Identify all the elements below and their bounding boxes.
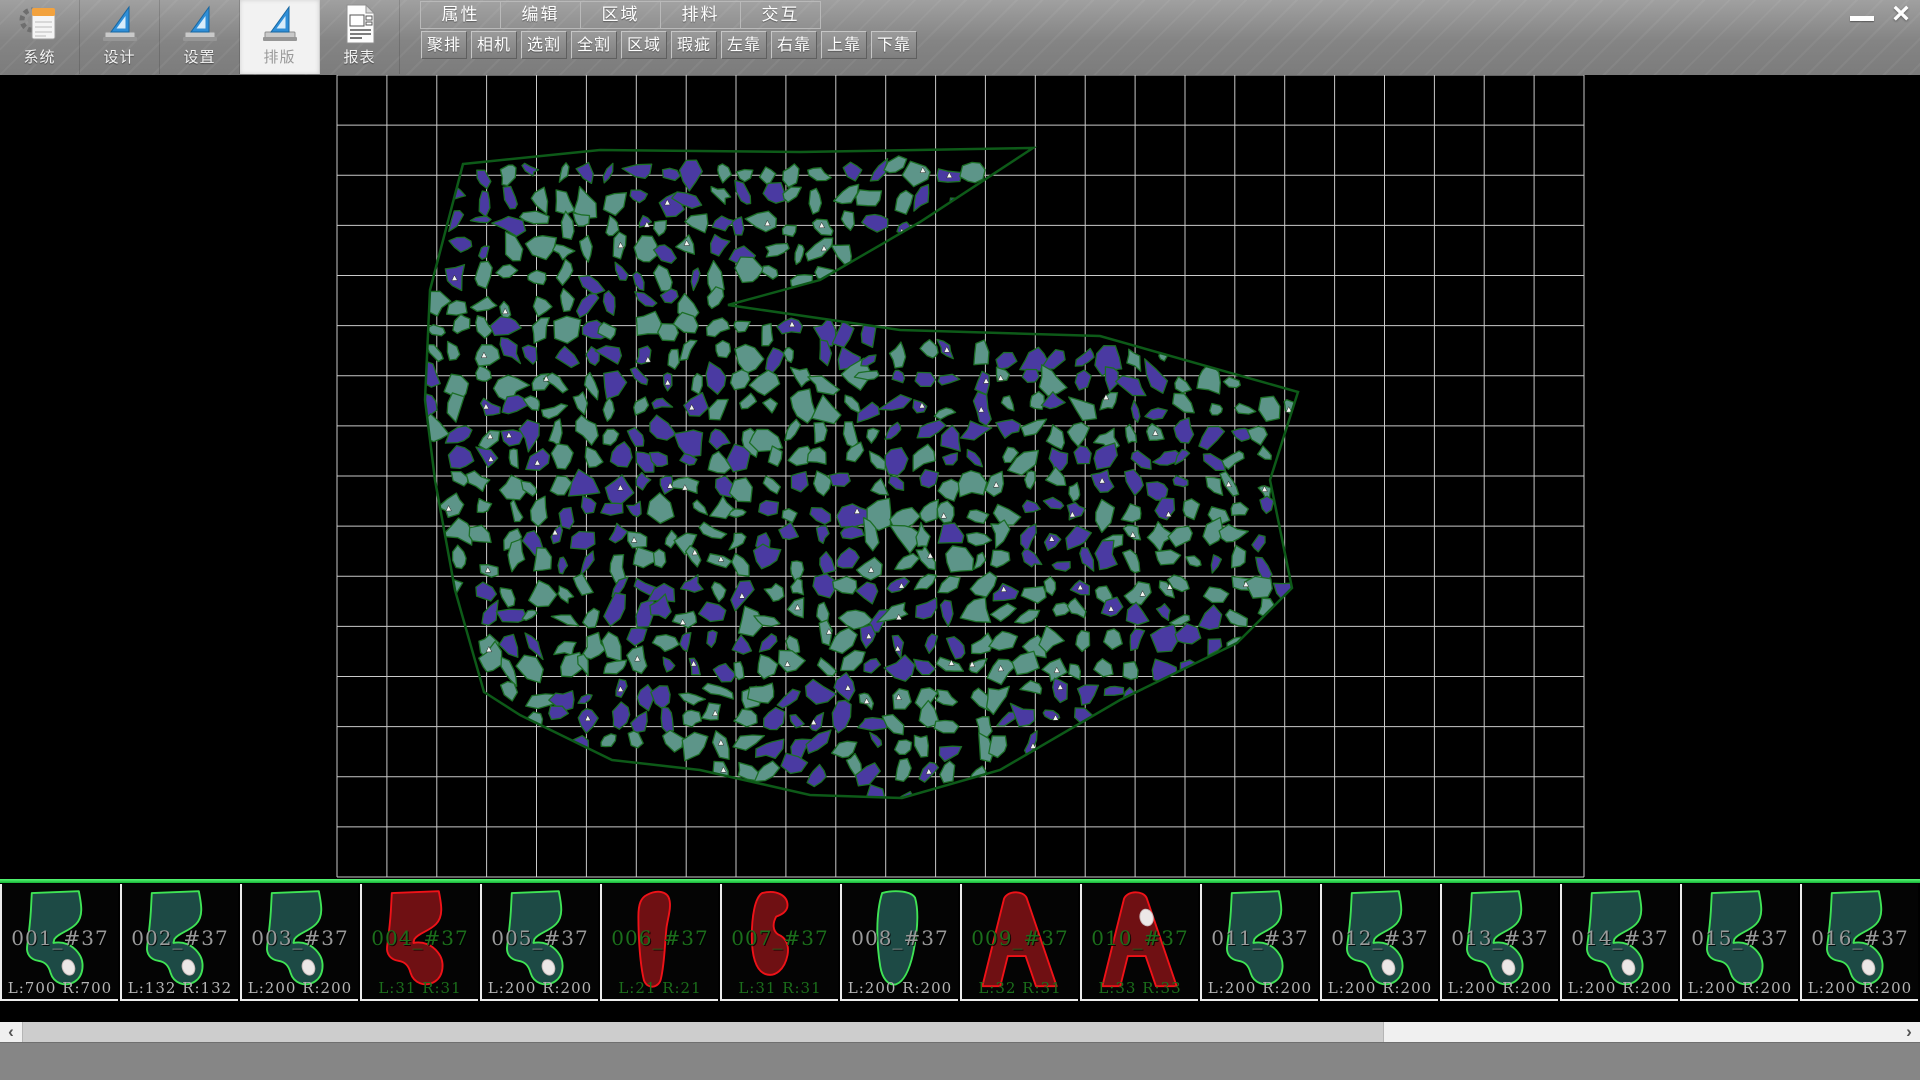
- set-square-icon: [258, 3, 302, 45]
- piece-thumbnail[interactable]: 015_#37 L:200 R:200: [1680, 884, 1798, 1001]
- piece-counts: L:33 R:33: [1082, 979, 1198, 997]
- piece-label: 008_#37: [842, 926, 958, 950]
- piece-thumbnail[interactable]: 013_#37 L:200 R:200: [1440, 884, 1558, 1001]
- scroll-right-arrow[interactable]: ›: [1898, 1022, 1920, 1042]
- piece-counts: L:200 R:200: [1562, 979, 1678, 997]
- piece-thumbnail-list: 001_#37 L:700 R:700 002_#37 L:132 R:132 …: [0, 884, 1920, 1003]
- minimize-icon: [1850, 16, 1874, 21]
- nesting-app-window: 系统设计设置排版报表 属性编辑区域排料交互 聚排相机选割全割区域瑕疵左靠右靠上靠…: [0, 0, 1920, 1080]
- tool-button-select-cut[interactable]: 选割: [521, 31, 567, 59]
- piece-thumbnail[interactable]: 006_#37 L:21 R:21: [600, 884, 718, 1001]
- piece-counts: L:200 R:200: [1802, 979, 1918, 997]
- scroll-left-arrow[interactable]: ‹: [0, 1022, 22, 1042]
- nesting-canvas[interactable]: [0, 75, 1920, 879]
- app-block-label: 排版: [240, 46, 319, 67]
- app-block-设置[interactable]: 设置: [160, 0, 240, 74]
- menu-tab-properties[interactable]: 属性: [420, 1, 501, 29]
- piece-thumbnail[interactable]: 002_#37 L:132 R:132: [120, 884, 238, 1001]
- menu-tab-interact[interactable]: 交互: [740, 1, 821, 29]
- piece-thumbnail[interactable]: 010_#37 L:33 R:33: [1080, 884, 1198, 1001]
- piece-thumbnail[interactable]: 016_#37 L:200 R:200: [1800, 884, 1918, 1001]
- tool-button-align-left[interactable]: 左靠: [721, 31, 767, 59]
- system-gear-icon: [18, 3, 62, 45]
- piece-counts: L:200 R:200: [1682, 979, 1798, 997]
- scrollbar-thumb[interactable]: [22, 1022, 1384, 1042]
- piece-thumbnail[interactable]: 004_#37 L:31 R:31: [360, 884, 478, 1001]
- set-square-icon: [178, 3, 222, 45]
- piece-label: 010_#37: [1082, 926, 1198, 950]
- piece-counts: L:31 R:31: [362, 979, 478, 997]
- piece-counts: L:31 R:31: [722, 979, 838, 997]
- piece-counts: L:200 R:200: [1442, 979, 1558, 997]
- app-block-排版[interactable]: 排版: [240, 0, 320, 74]
- piece-label: 014_#37: [1562, 926, 1678, 950]
- horizontal-scrollbar[interactable]: ‹ ›: [0, 1022, 1920, 1042]
- app-block-label: 系统: [0, 46, 79, 67]
- report-doc-icon: [338, 3, 382, 45]
- piece-counts: L:132 R:132: [122, 979, 238, 997]
- piece-thumbnail[interactable]: 005_#37 L:200 R:200: [480, 884, 598, 1001]
- piece-thumbnail[interactable]: 007_#37 L:31 R:31: [720, 884, 838, 1001]
- app-block-label: 设计: [80, 46, 159, 67]
- tool-button-cut-all[interactable]: 全割: [571, 31, 617, 59]
- app-block-报表[interactable]: 报表: [320, 0, 400, 74]
- piece-counts: L:200 R:200: [842, 979, 958, 997]
- piece-counts: L:21 R:21: [602, 979, 718, 997]
- piece-thumbnail[interactable]: 003_#37 L:200 R:200: [240, 884, 358, 1001]
- piece-counts: L:700 R:700: [2, 979, 118, 997]
- piece-thumbnail[interactable]: 009_#37 L:32 R:31: [960, 884, 1078, 1001]
- piece-label: 016_#37: [1802, 926, 1918, 950]
- app-block-label: 设置: [160, 46, 239, 67]
- pieces-strip: 001_#37 L:700 R:700 002_#37 L:132 R:132 …: [0, 879, 1920, 1022]
- tool-button-align-bottom[interactable]: 下靠: [871, 31, 917, 59]
- set-square-icon: [98, 3, 142, 45]
- menu-tab-nesting[interactable]: 排料: [660, 1, 741, 29]
- piece-thumbnail[interactable]: 008_#37 L:200 R:200: [840, 884, 958, 1001]
- piece-label: 006_#37: [602, 926, 718, 950]
- piece-label: 013_#37: [1442, 926, 1558, 950]
- piece-label: 002_#37: [122, 926, 238, 950]
- nested-pieces: [410, 156, 1299, 813]
- piece-counts: L:200 R:200: [242, 979, 358, 997]
- piece-label: 011_#37: [1202, 926, 1318, 950]
- piece-counts: L:32 R:31: [962, 979, 1078, 997]
- piece-label: 012_#37: [1322, 926, 1438, 950]
- piece-counts: L:200 R:200: [1202, 979, 1318, 997]
- minimize-button[interactable]: [1846, 6, 1878, 30]
- tool-button-align-right[interactable]: 右靠: [771, 31, 817, 59]
- tool-button-region[interactable]: 区域: [621, 31, 667, 59]
- tool-button-camera[interactable]: 相机: [471, 31, 517, 59]
- piece-thumbnail[interactable]: 014_#37 L:200 R:200: [1560, 884, 1678, 1001]
- app-block-label: 报表: [320, 46, 399, 67]
- tool-button-cluster-nest[interactable]: 聚排: [421, 31, 467, 59]
- menu-tab-region[interactable]: 区域: [580, 1, 661, 29]
- piece-counts: L:200 R:200: [1322, 979, 1438, 997]
- piece-label: 005_#37: [482, 926, 598, 950]
- tool-button-defect[interactable]: 瑕疵: [671, 31, 717, 59]
- piece-thumbnail[interactable]: 011_#37 L:200 R:200: [1200, 884, 1318, 1001]
- piece-thumbnail[interactable]: 001_#37 L:700 R:700: [0, 884, 118, 1001]
- app-block-系统[interactable]: 系统: [0, 0, 80, 74]
- close-button[interactable]: ×: [1884, 0, 1918, 30]
- menu-tab-edit[interactable]: 编辑: [500, 1, 581, 29]
- piece-label: 007_#37: [722, 926, 838, 950]
- piece-label: 015_#37: [1682, 926, 1798, 950]
- piece-counts: L:200 R:200: [482, 979, 598, 997]
- app-block-设计[interactable]: 设计: [80, 0, 160, 74]
- toolbar: 系统设计设置排版报表 属性编辑区域排料交互 聚排相机选割全割区域瑕疵左靠右靠上靠…: [0, 0, 1920, 76]
- piece-label: 001_#37: [2, 926, 118, 950]
- piece-label: 004_#37: [362, 926, 478, 950]
- status-bar: [0, 1042, 1920, 1080]
- piece-thumbnail[interactable]: 012_#37 L:200 R:200: [1320, 884, 1438, 1001]
- piece-label: 009_#37: [962, 926, 1078, 950]
- tool-button-align-top[interactable]: 上靠: [821, 31, 867, 59]
- piece-label: 003_#37: [242, 926, 358, 950]
- strip-top-divider: [0, 879, 1920, 883]
